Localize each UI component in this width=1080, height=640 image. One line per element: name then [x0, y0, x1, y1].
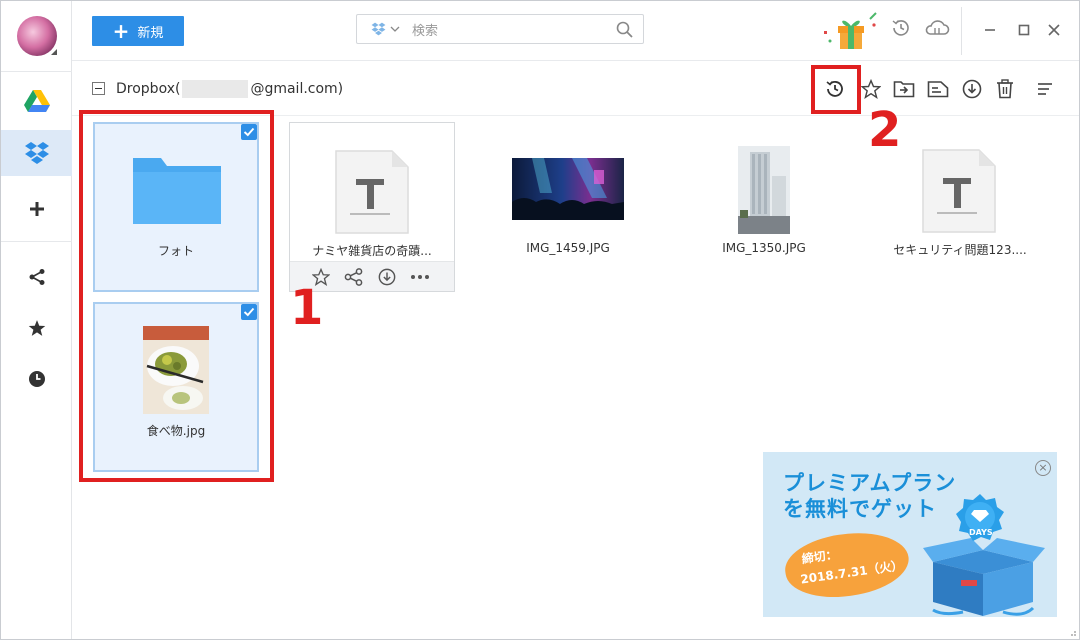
file-tile-image[interactable]: IMG_1459.JPG — [485, 122, 651, 292]
search-input[interactable]: 検索 — [412, 20, 438, 39]
breadcrumb-prefix: Dropbox( — [116, 81, 181, 97]
sort-button[interactable] — [1032, 76, 1058, 102]
google-drive-icon — [23, 90, 50, 112]
sidebar-item-dropbox[interactable] — [1, 130, 72, 176]
minimize-icon[interactable] — [984, 23, 996, 35]
clock-icon — [28, 371, 45, 387]
redacted-email — [182, 80, 249, 98]
sidebar-item-google-drive[interactable] — [1, 78, 72, 124]
divider — [1, 71, 72, 72]
file-name: セキュリティ問題123.... — [893, 243, 1027, 257]
dropbox-icon — [24, 142, 49, 164]
maximize-icon[interactable] — [1018, 24, 1030, 36]
close-icon[interactable] — [1048, 24, 1060, 36]
download-button[interactable] — [959, 76, 985, 102]
sidebar-add-button[interactable] — [1, 186, 72, 232]
dropbox-icon — [371, 22, 386, 36]
search-source-dropdown[interactable] — [371, 22, 400, 36]
sort-icon — [1038, 83, 1052, 95]
star-icon — [28, 320, 45, 336]
cloud-sync-icon[interactable] — [924, 17, 950, 39]
star-button[interactable] — [858, 76, 884, 102]
annotation-number-1: 1 — [290, 280, 324, 336]
image-thumbnail — [512, 158, 624, 220]
file-tile-image[interactable]: IMG_1350.JPG — [681, 122, 847, 292]
annotation-highlight-1 — [79, 110, 274, 482]
deadline-label: 締切： — [800, 547, 839, 567]
history-icon[interactable] — [890, 17, 912, 39]
file-name: IMG_1350.JPG — [722, 241, 806, 255]
text-file-icon — [335, 150, 409, 234]
delete-button[interactable] — [992, 76, 1018, 102]
sidebar-item-shared[interactable] — [1, 254, 72, 300]
new-button-label: 新規 — [137, 25, 164, 41]
file-name: ナミヤ雑貨店の奇蹟... — [312, 244, 432, 258]
promo-banner[interactable]: × プレミアムプラン を無料でゲット 締切： 2018.7.31（火） DAYS — [763, 452, 1057, 617]
trash-icon — [997, 79, 1013, 99]
more-icon[interactable] — [410, 274, 430, 280]
search-icon[interactable] — [616, 21, 633, 38]
breadcrumb-suffix: @gmail.com) — [250, 81, 344, 97]
divider — [961, 7, 962, 55]
download-icon — [962, 79, 982, 99]
file-tile-text[interactable]: セキュリティ問題123.... — [877, 122, 1043, 292]
text-file-icon — [922, 149, 996, 233]
divider — [1, 241, 72, 242]
days-badge-label: DAYS — [969, 528, 993, 537]
chevron-down-icon — [390, 26, 400, 32]
select-all-checkbox[interactable] — [92, 82, 105, 95]
sidebar-item-starred[interactable] — [1, 305, 72, 351]
file-name: IMG_1459.JPG — [526, 241, 610, 255]
sidebar-item-recent[interactable] — [1, 356, 72, 402]
export-button[interactable] — [925, 76, 951, 102]
deadline-bubble: 締切： 2018.7.31（火） — [781, 525, 913, 605]
avatar-caret-icon — [51, 49, 57, 55]
resize-grip-icon[interactable] — [1067, 627, 1077, 637]
promo-line-2: を無料でゲット — [783, 497, 937, 521]
annotation-number-2: 2 — [868, 102, 902, 158]
new-button[interactable]: + 新規 — [92, 16, 184, 46]
sidebar — [1, 1, 72, 639]
plus-icon — [29, 202, 44, 216]
top-bar: + 新規 検索 — [72, 1, 1079, 61]
plus-icon: + — [112, 19, 130, 43]
breadcrumb: Dropbox( @gmail.com) — [72, 62, 1079, 116]
breadcrumb-path: Dropbox( @gmail.com) — [116, 80, 343, 98]
move-button[interactable] — [891, 76, 917, 102]
folder-move-icon — [893, 81, 915, 98]
file-tile-text[interactable]: ナミヤ雑貨店の奇蹟... — [289, 122, 455, 292]
star-outline-icon — [861, 79, 881, 99]
share-icon — [29, 269, 44, 285]
app-window: + 新規 検索 Dropbox(@gmail.com) フォト ナミヤ雑貨店の… — [0, 0, 1080, 640]
promo-title: プレミアムプラン を無料でゲット — [783, 470, 956, 522]
download-icon[interactable] — [378, 268, 396, 286]
close-icon[interactable]: × — [1035, 460, 1051, 476]
drive-export-icon — [927, 81, 949, 98]
promo-line-1: プレミアムプラン — [783, 471, 957, 495]
annotation-highlight-2 — [811, 65, 861, 114]
image-thumbnail — [738, 146, 790, 234]
gift-icon[interactable] — [816, 9, 888, 53]
share-icon[interactable] — [344, 267, 364, 286]
search-box[interactable]: 検索 — [356, 14, 644, 44]
